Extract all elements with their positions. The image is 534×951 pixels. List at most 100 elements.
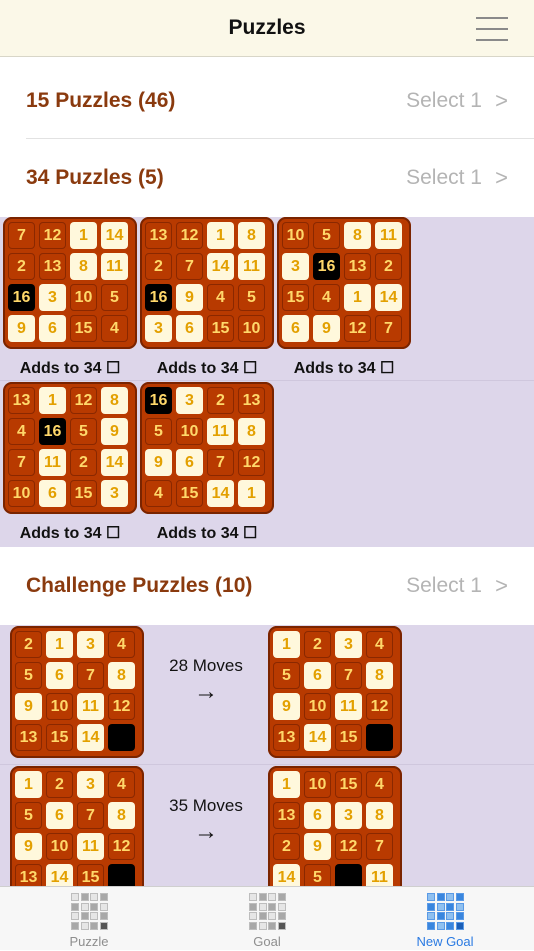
tab-bar: Puzzle Goal New Goal (0, 886, 534, 950)
magic-puzzle-thumbnail[interactable]: 7 12 1 14 2 13 8 11 16 3 10 5 9 6 15 4 (3, 217, 137, 349)
tab-puzzle[interactable]: Puzzle (0, 887, 178, 951)
puzzle-tile: 5 (15, 662, 42, 689)
goal-grid-icon (249, 893, 287, 931)
puzzle-tile: 4 (108, 631, 135, 658)
puzzle-tile: 12 (366, 693, 393, 720)
puzzle-tile: 11 (77, 693, 104, 720)
puzzle-tile: 16 (313, 253, 340, 280)
puzzle-tile: 5 (145, 418, 172, 445)
magic-puzzle-thumbnail[interactable]: 13 12 1 8 2 7 14 11 16 9 4 5 3 6 15 10 (140, 217, 274, 349)
puzzle-tile: 6 (46, 802, 73, 829)
puzzle-tile: 5 (273, 662, 300, 689)
challenge-start-board[interactable]: 1 2 3 4 5 6 7 8 9 10 11 12 13 14 15 (10, 766, 144, 898)
puzzle-tile: 10 (238, 315, 265, 342)
puzzle-tile: 2 (145, 253, 172, 280)
challenge-goal-board[interactable]: 1 10 15 4 13 6 3 8 2 9 12 7 14 5 11 (268, 766, 402, 898)
puzzle-tile: 11 (207, 418, 234, 445)
puzzle-caption: Adds to 34 ☐ (19, 525, 121, 542)
hamburger-menu-icon[interactable] (476, 17, 508, 41)
section-title: 34 Puzzles (5) (26, 166, 164, 189)
magic-puzzles-band: 7 12 1 14 2 13 8 11 16 3 10 5 9 6 15 4 Adds to 34 ☐ 13 12 1… (0, 217, 534, 547)
puzzle-tile: 12 (108, 693, 135, 720)
magic-puzzle-thumbnail[interactable]: 13 1 12 8 4 16 5 9 7 11 2 14 10 6 15 3 (3, 382, 137, 514)
puzzle-tile: 15 (46, 724, 73, 751)
puzzle-tile: 14 (77, 724, 104, 751)
puzzle-tile: 4 (366, 631, 393, 658)
magic-puzzle-thumbnail[interactable]: 10 5 8 11 3 16 13 2 15 4 1 14 6 9 12 7 (277, 217, 411, 349)
puzzle-tile: 14 (207, 253, 234, 280)
puzzle-tile: 12 (39, 222, 66, 249)
puzzle-tile: 1 (344, 284, 371, 311)
moves-count: 35 Moves (169, 796, 243, 815)
puzzle-tile: 1 (39, 387, 66, 414)
puzzle-caption: Adds to 34 ☐ (19, 360, 121, 377)
tab-goal[interactable]: Goal (178, 887, 356, 951)
puzzle-tile: 1 (70, 222, 97, 249)
select-label: Select 1 (406, 166, 482, 189)
magic-puzzle-thumbnail[interactable]: 16 3 2 13 5 10 11 8 9 6 7 12 4 15 14 1 (140, 382, 274, 514)
puzzle-tile: 8 (344, 222, 371, 249)
puzzle-tile: 3 (335, 631, 362, 658)
puzzle-tile: 11 (39, 449, 66, 476)
chevron-right-icon: > (495, 88, 508, 113)
puzzle-tile: 8 (108, 662, 135, 689)
page-title: Puzzles (228, 16, 306, 39)
puzzle-tile: 12 (176, 222, 203, 249)
puzzle-caption: Adds to 34 ☐ (293, 360, 395, 377)
tab-label: Goal (253, 934, 281, 949)
puzzle-tile: 13 (8, 387, 35, 414)
puzzle-tile: 5 (101, 284, 128, 311)
section-34-puzzles[interactable]: 34 Puzzles (5) Select 1 > (0, 140, 534, 217)
puzzle-tile: 3 (282, 253, 309, 280)
puzzle-tile: 3 (77, 631, 104, 658)
puzzle-tile: 15 (70, 315, 97, 342)
puzzle-tile: 3 (176, 387, 203, 414)
divider (26, 138, 534, 139)
chevron-right-icon: > (495, 573, 508, 598)
challenge-start-board[interactable]: 2 1 3 4 5 6 7 8 9 10 11 12 13 15 14 (10, 626, 144, 758)
puzzle-tile: 12 (238, 449, 265, 476)
challenge-puzzles-band: 2 1 3 4 5 6 7 8 9 10 11 12 13 15 14 1 2 3 4 5 6 7 8 9 10 11 12 13 14… (0, 625, 534, 898)
puzzle-tile: 5 (70, 418, 97, 445)
puzzle-tile: 11 (238, 253, 265, 280)
puzzle-tile: 2 (375, 253, 402, 280)
puzzle-tile: 14 (207, 480, 234, 507)
puzzle-tile: 2 (70, 449, 97, 476)
puzzle-tile: 11 (335, 693, 362, 720)
tab-new-goal[interactable]: New Goal (356, 887, 534, 951)
puzzle-tile: 15 (335, 771, 362, 798)
puzzle-tile: 3 (77, 771, 104, 798)
puzzle-tile: 7 (77, 662, 104, 689)
puzzle-tile: 14 (101, 222, 128, 249)
puzzle-tile: 7 (77, 802, 104, 829)
section-15-puzzles[interactable]: 15 Puzzles (46) Select 1 > (0, 63, 534, 140)
puzzle-tile: 4 (207, 284, 234, 311)
moves-count: 28 Moves (169, 656, 243, 675)
puzzle-tile: 7 (207, 449, 234, 476)
puzzle-tile: 14 (375, 284, 402, 311)
arrow-right-icon: → (194, 818, 218, 845)
puzzle-tile: 2 (273, 833, 300, 860)
puzzle-tile: 11 (77, 833, 104, 860)
puzzle-tile: 4 (8, 418, 35, 445)
puzzle-tile: 9 (15, 833, 42, 860)
puzzle-tile: 2 (207, 387, 234, 414)
section-title: Challenge Puzzles (10) (26, 574, 253, 597)
puzzle-tile: 4 (145, 480, 172, 507)
puzzle-tile: 5 (313, 222, 340, 249)
puzzle-tile: 10 (282, 222, 309, 249)
puzzle-tile: 10 (70, 284, 97, 311)
puzzle-tile: 6 (304, 662, 331, 689)
section-challenge-puzzles[interactable]: Challenge Puzzles (10) Select 1 > (0, 548, 534, 625)
puzzle-grid-icon (71, 893, 109, 931)
puzzle-tile: 3 (39, 284, 66, 311)
challenge-goal-board[interactable]: 1 2 3 4 5 6 7 8 9 10 11 12 13 14 15 (268, 626, 402, 758)
puzzle-tile: 7 (8, 222, 35, 249)
puzzle-tile: 15 (335, 724, 362, 751)
puzzle-tile: 2 (46, 771, 73, 798)
puzzle-tile: 2 (15, 631, 42, 658)
new-goal-grid-icon (427, 893, 465, 931)
puzzle-caption: Adds to 34 ☐ (156, 525, 258, 542)
puzzle-tile: 4 (108, 771, 135, 798)
tab-label: Puzzle (69, 934, 109, 949)
